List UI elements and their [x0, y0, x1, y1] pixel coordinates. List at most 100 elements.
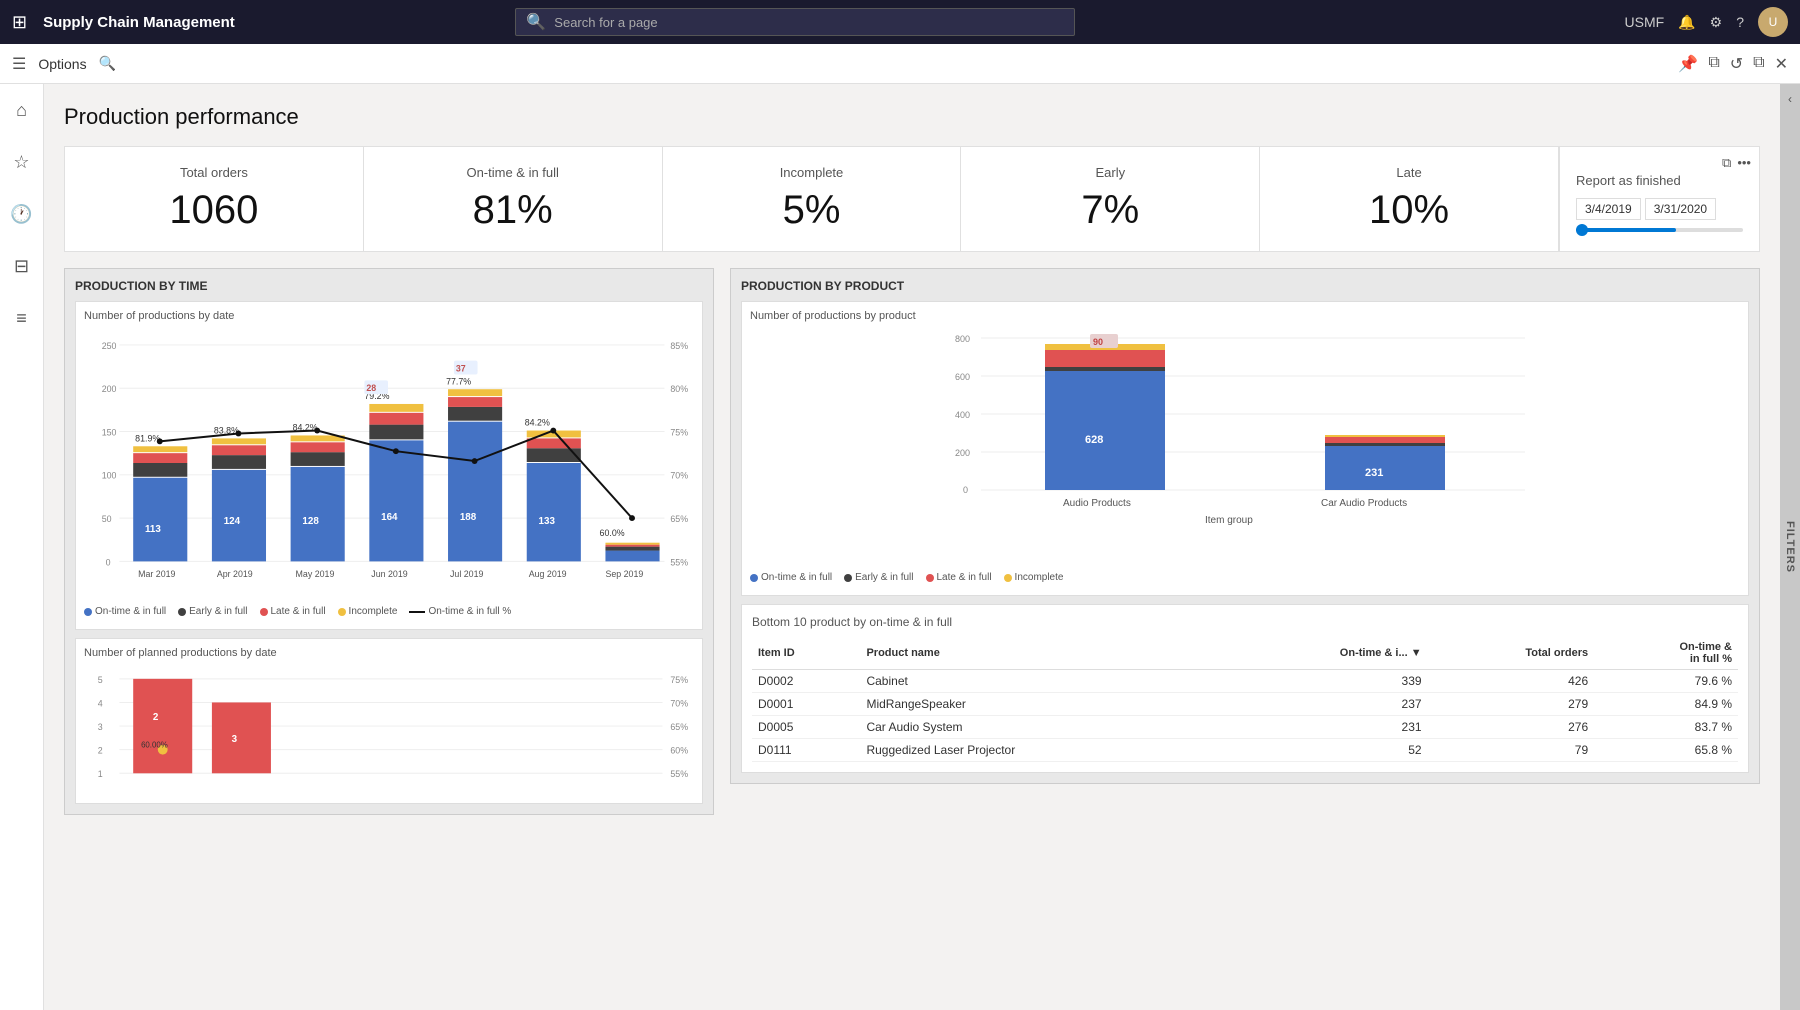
bar-may-blue[interactable]	[291, 467, 345, 561]
bar-mar-yellow[interactable]	[133, 446, 187, 452]
planned-bar-2-red[interactable]	[212, 702, 271, 773]
bar-sep-blue[interactable]	[605, 551, 659, 562]
bar-jul-blue[interactable]	[448, 422, 502, 562]
date-range-slider[interactable]	[1576, 228, 1743, 232]
secondary-toolbar: ☰ Options 🔍 📌 ⧉ ↺ ⧉ ✕	[0, 44, 1800, 84]
filters-sidebar[interactable]: FILTERS ‹	[1780, 84, 1800, 1010]
slider-thumb[interactable]	[1576, 224, 1588, 236]
legend-late-label: Late & in full	[271, 606, 326, 617]
table-header-row: Item ID Product name On-time & i... ▼ To…	[752, 637, 1738, 670]
bar-jul-yellow[interactable]	[448, 389, 502, 396]
pin-icon[interactable]: 📌	[1678, 54, 1698, 74]
svg-text:4: 4	[98, 698, 103, 708]
sidebar-recent-icon[interactable]: 🕐	[4, 196, 40, 232]
refresh-icon[interactable]: ↺	[1730, 54, 1743, 74]
cell-ontime-2: 231	[1219, 716, 1428, 739]
svg-text:200: 200	[955, 448, 970, 458]
date-end[interactable]: 3/31/2020	[1645, 198, 1716, 220]
bar-mar-blue[interactable]	[133, 478, 187, 562]
svg-text:800: 800	[955, 334, 970, 344]
cell-id-1: D0001	[752, 693, 860, 716]
secondary-search-icon[interactable]: 🔍	[99, 55, 116, 72]
more-icon[interactable]: •••	[1737, 155, 1751, 171]
bar-sep-yellow[interactable]	[605, 543, 659, 545]
line-point-sep	[629, 515, 635, 521]
car-audio-yellow[interactable]	[1325, 435, 1445, 437]
bar-aug-red[interactable]	[527, 438, 581, 448]
legend-early-label: Early & in full	[189, 606, 247, 617]
bar-aug-black[interactable]	[527, 448, 581, 462]
bar-jul-red[interactable]	[448, 397, 502, 407]
popout-icon[interactable]: ⧉	[1753, 54, 1764, 74]
report-card-icons: ⧉ •••	[1722, 155, 1751, 171]
kpi-total-orders-label: Total orders	[85, 165, 343, 180]
svg-text:55%: 55%	[670, 557, 688, 567]
cell-pct-3: 65.8 %	[1594, 739, 1738, 762]
legend-incomplete-dot	[338, 608, 346, 616]
car-audio-black[interactable]	[1325, 443, 1445, 446]
bar-mar-black[interactable]	[133, 463, 187, 477]
audio-blue[interactable]	[1045, 371, 1165, 490]
svg-text:77.7%: 77.7%	[446, 376, 471, 386]
legend-line-bar	[409, 611, 425, 613]
cell-ontime-3: 52	[1219, 739, 1428, 762]
app-grid-icon[interactable]: ⊞	[12, 12, 27, 33]
svg-text:85%: 85%	[670, 341, 688, 351]
bar-mar-red[interactable]	[133, 453, 187, 463]
legend-prod-late-label: Late & in full	[937, 572, 992, 583]
hamburger-menu-icon[interactable]: ☰	[12, 54, 26, 74]
car-audio-red[interactable]	[1325, 437, 1445, 443]
audio-red[interactable]	[1045, 350, 1165, 367]
sidebar-modules-icon[interactable]: ≡	[4, 300, 40, 336]
bar-jun-black[interactable]	[369, 425, 423, 440]
svg-text:3: 3	[232, 734, 238, 745]
cell-total-2: 276	[1428, 716, 1595, 739]
bar-jun-red[interactable]	[369, 413, 423, 425]
cell-ontime-1: 237	[1219, 693, 1428, 716]
bar-jun-yellow[interactable]	[369, 404, 423, 412]
table-title: Bottom 10 product by on-time & in full	[752, 615, 1738, 629]
audio-black[interactable]	[1045, 367, 1165, 371]
kpi-late-label: Late	[1280, 165, 1538, 180]
bar-apr-red[interactable]	[212, 445, 266, 455]
app-title: Supply Chain Management	[43, 14, 235, 31]
bar-jun-blue[interactable]	[369, 440, 423, 561]
bar-may-black[interactable]	[291, 452, 345, 466]
sidebar-workspaces-icon[interactable]: ⊟	[4, 248, 40, 284]
notification-icon[interactable]: 🔔	[1678, 14, 1695, 31]
date-start[interactable]: 3/4/2019	[1576, 198, 1641, 220]
svg-text:Mar 2019: Mar 2019	[138, 569, 175, 579]
copy-icon[interactable]: ⧉	[1708, 54, 1719, 74]
bar-sep-red[interactable]	[605, 545, 659, 547]
expand-icon[interactable]: ⧉	[1722, 155, 1731, 171]
sidebar-favorites-icon[interactable]: ☆	[4, 144, 40, 180]
sidebar-home-icon[interactable]: ⌂	[4, 92, 40, 128]
legend-ontime-dot	[84, 608, 92, 616]
bar-aug-blue[interactable]	[527, 463, 581, 561]
table-row: D0002 Cabinet 339 426 79.6 %	[752, 670, 1738, 693]
svg-text:70%: 70%	[670, 698, 688, 708]
global-search-bar[interactable]: 🔍	[515, 8, 1075, 36]
bar-apr-black[interactable]	[212, 455, 266, 469]
settings-icon[interactable]: ⚙	[1710, 14, 1723, 31]
cell-pct-1: 84.9 %	[1594, 693, 1738, 716]
car-audio-blue[interactable]	[1325, 446, 1445, 490]
kpi-on-time-label: On-time & in full	[384, 165, 642, 180]
bar-jul-black[interactable]	[448, 407, 502, 421]
user-avatar[interactable]: U	[1758, 7, 1788, 37]
line-point-mar	[157, 438, 163, 444]
legend-incomplete-label: Incomplete	[349, 606, 398, 617]
bar-may-red[interactable]	[291, 442, 345, 452]
svg-text:May 2019: May 2019	[296, 569, 335, 579]
svg-text:150: 150	[102, 427, 117, 437]
filters-arrow-icon[interactable]: ‹	[1788, 92, 1792, 106]
planned-bar-1-red[interactable]	[133, 679, 192, 773]
help-icon[interactable]: ?	[1736, 14, 1744, 30]
cell-id-0: D0002	[752, 670, 860, 693]
close-icon[interactable]: ✕	[1775, 54, 1788, 74]
production-by-time-panel: PRODUCTION BY TIME Number of productions…	[64, 268, 714, 815]
bar-apr-yellow[interactable]	[212, 438, 266, 444]
svg-text:50: 50	[102, 514, 112, 524]
bar-sep-black[interactable]	[605, 547, 659, 551]
search-input[interactable]	[554, 15, 1064, 30]
